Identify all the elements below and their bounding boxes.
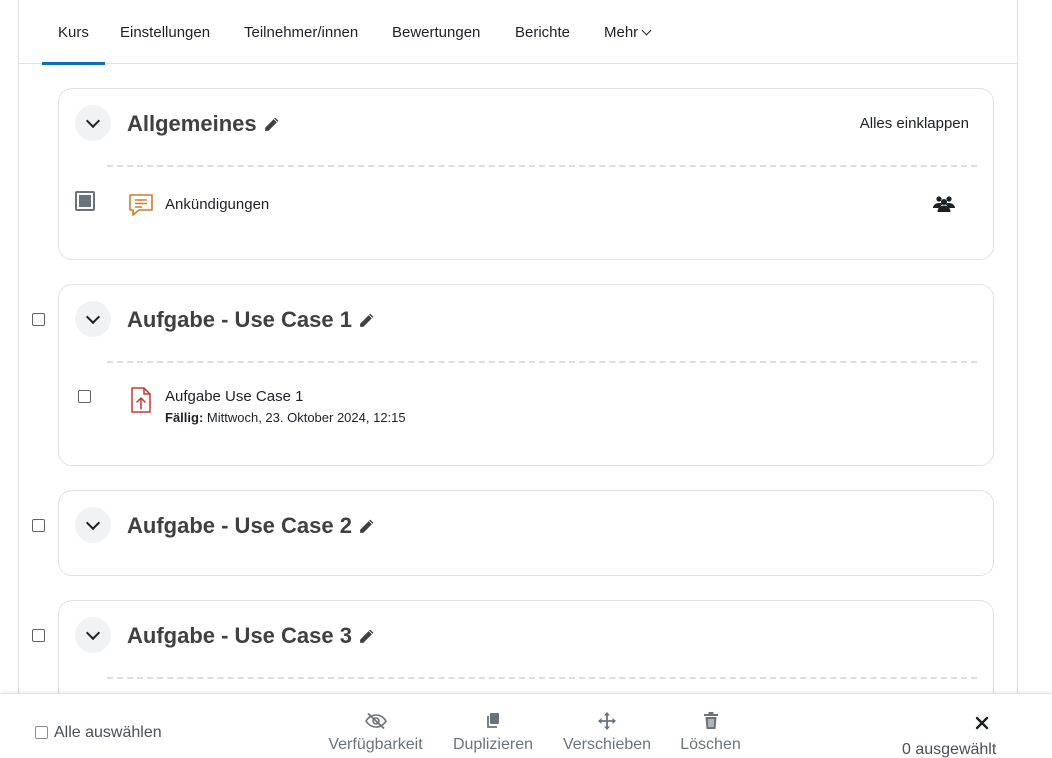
section-title-text[interactable]: Aufgabe - Use Case 1 bbox=[127, 307, 352, 332]
availability-label: Verfügbarkeit bbox=[328, 736, 423, 753]
chevron-down-icon bbox=[85, 625, 101, 641]
delete-label: Löschen bbox=[680, 736, 741, 753]
activity-due-date: Fällig: Mittwoch, 23. Oktober 2024, 12:1… bbox=[165, 410, 406, 425]
collapse-all-link[interactable]: Alles einklappen bbox=[860, 115, 969, 132]
activity-checkbox[interactable] bbox=[75, 191, 95, 211]
chevron-down-icon bbox=[641, 25, 652, 36]
section-title: Allgemeines bbox=[127, 111, 280, 139]
section-divider bbox=[107, 677, 977, 679]
course-page: Kurs Einstellungen Teilnehmer/innen Bewe… bbox=[0, 0, 1052, 758]
pencil-icon[interactable] bbox=[358, 309, 375, 335]
activity-name[interactable]: Aufgabe Use Case 1 bbox=[165, 388, 303, 405]
tab-berichte[interactable]: Berichte bbox=[515, 0, 570, 64]
move-label: Verschieben bbox=[562, 736, 652, 753]
section-use-case-1: Aufgabe - Use Case 1 Aufgabe Use Case 1 … bbox=[58, 284, 994, 466]
activity-checkbox[interactable] bbox=[78, 390, 91, 403]
collapse-section-button[interactable] bbox=[75, 105, 111, 141]
trash-icon bbox=[679, 712, 742, 732]
tab-kurs[interactable]: Kurs bbox=[42, 0, 105, 65]
section-checkbox[interactable] bbox=[32, 629, 45, 642]
duplicate-button[interactable]: Duplizieren bbox=[451, 712, 535, 754]
collapse-section-button[interactable] bbox=[75, 507, 111, 543]
collapse-section-button[interactable] bbox=[75, 301, 111, 337]
section-checkbox[interactable] bbox=[32, 519, 45, 532]
chevron-down-icon bbox=[85, 515, 101, 531]
section-title-text[interactable]: Aufgabe - Use Case 3 bbox=[127, 623, 352, 648]
section-use-case-2: Aufgabe - Use Case 2 bbox=[58, 490, 994, 576]
assignment-icon bbox=[129, 386, 153, 419]
select-all-label: Alle auswählen bbox=[54, 724, 162, 741]
section-title: Aufgabe - Use Case 2 bbox=[127, 513, 375, 541]
due-label: Fällig: bbox=[165, 410, 204, 425]
section-checkbox[interactable] bbox=[32, 313, 45, 326]
secondary-navigation: Kurs Einstellungen Teilnehmer/innen Bewe… bbox=[19, 0, 1017, 65]
section-divider bbox=[107, 165, 977, 167]
duplicate-label: Duplizieren bbox=[452, 736, 534, 753]
tab-einstellungen[interactable]: Einstellungen bbox=[120, 0, 210, 64]
eye-slash-icon bbox=[325, 712, 426, 732]
section-title: Aufgabe - Use Case 3 bbox=[127, 623, 375, 651]
collapse-section-button[interactable] bbox=[75, 617, 111, 653]
due-date: Mittwoch, 23. Oktober 2024, 12:15 bbox=[206, 410, 406, 425]
groups-icon[interactable] bbox=[933, 195, 955, 218]
pencil-icon[interactable] bbox=[358, 625, 375, 651]
forum-icon bbox=[128, 192, 154, 223]
section-title: Aufgabe - Use Case 1 bbox=[127, 307, 375, 335]
pencil-icon[interactable] bbox=[358, 515, 375, 541]
chevron-down-icon bbox=[85, 113, 101, 129]
availability-button[interactable]: Verfügbarkeit bbox=[325, 712, 426, 754]
section-title-text[interactable]: Aufgabe - Use Case 2 bbox=[127, 513, 352, 538]
select-all-checkbox[interactable] bbox=[35, 726, 48, 739]
move-icon bbox=[561, 712, 653, 732]
tab-teilnehmer[interactable]: Teilnehmer/innen bbox=[244, 0, 358, 64]
chevron-down-icon bbox=[85, 309, 101, 325]
selected-count: 0 ausgewählt bbox=[902, 741, 997, 758]
bulk-edit-toolbar: Alle auswählen Verfügbarkeit Duplizieren… bbox=[0, 693, 1052, 758]
tab-mehr-label: Mehr bbox=[604, 24, 639, 41]
move-button[interactable]: Verschieben bbox=[561, 712, 653, 754]
section-divider bbox=[107, 361, 977, 363]
copy-icon bbox=[451, 712, 535, 732]
activity-name[interactable]: Ankündigungen bbox=[165, 196, 269, 213]
section-title-text[interactable]: Allgemeines bbox=[127, 111, 257, 136]
tab-bewertungen[interactable]: Bewertungen bbox=[392, 0, 480, 64]
delete-button[interactable]: Löschen bbox=[679, 712, 742, 754]
tab-mehr[interactable]: Mehr bbox=[604, 0, 652, 64]
section-allgemeines: Allgemeines Alles einklappen Ankündigung… bbox=[58, 88, 994, 260]
pencil-icon[interactable] bbox=[263, 113, 280, 139]
close-icon[interactable] bbox=[973, 714, 991, 732]
